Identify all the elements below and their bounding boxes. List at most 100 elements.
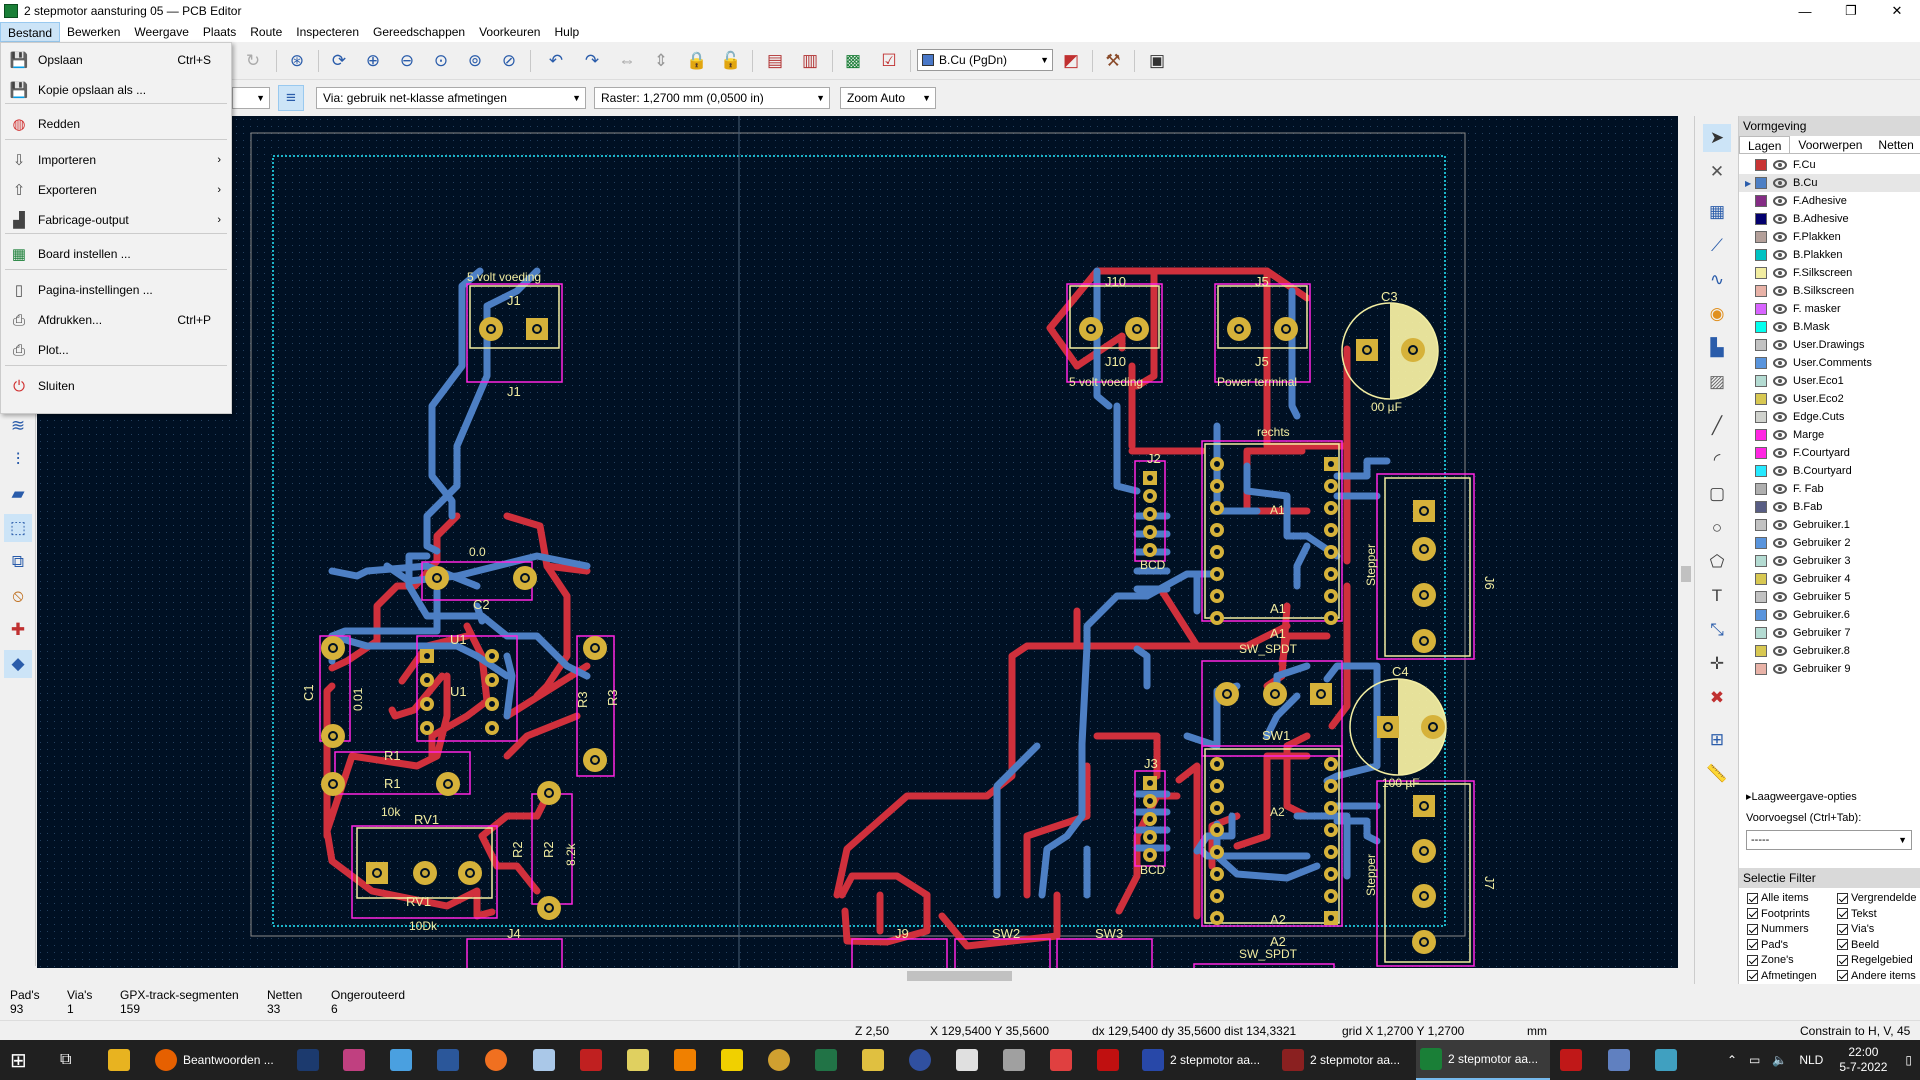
layer-color-swatch[interactable]	[1755, 645, 1767, 657]
menu-route[interactable]: Route	[243, 22, 289, 42]
unlock-icon[interactable]: 🔓	[718, 48, 744, 74]
checkbox-icon[interactable]	[1837, 939, 1848, 950]
taskbar-explorer-icon[interactable]	[108, 1040, 136, 1080]
route-track-icon[interactable]: ⟋	[1703, 232, 1731, 260]
visibility-eye-icon[interactable]	[1773, 466, 1787, 476]
layer-color-swatch[interactable]	[1755, 591, 1767, 603]
taskbar-app-icon[interactable]	[343, 1040, 371, 1080]
checkbox-icon[interactable]	[1747, 954, 1758, 966]
taskbar-acrobat-icon[interactable]	[1097, 1040, 1125, 1080]
visibility-eye-icon[interactable]	[1773, 214, 1787, 224]
visibility-eye-icon[interactable]	[1773, 646, 1787, 656]
file-menu-item[interactable]: ⇩ Importeren ›	[1, 147, 231, 173]
visibility-eye-icon[interactable]	[1773, 412, 1787, 422]
show-pads-icon[interactable]: ▰	[4, 480, 32, 508]
layer-row[interactable]: ▶ B.Cu	[1739, 174, 1920, 192]
tab-netten[interactable]: Netten	[1870, 136, 1920, 153]
menu-voorkeuren[interactable]: Voorkeuren	[472, 22, 547, 42]
layer-color-swatch[interactable]	[1755, 285, 1767, 297]
visibility-eye-icon[interactable]	[1773, 250, 1787, 260]
measure-icon[interactable]: 📏	[1703, 760, 1731, 788]
file-menu-item[interactable]: ⏻ Sluiten	[1, 373, 231, 399]
layer-row[interactable]: F.Adhesive	[1739, 192, 1920, 210]
tray-language[interactable]: NLD	[1799, 1053, 1823, 1067]
visibility-eye-icon[interactable]	[1773, 286, 1787, 296]
layer-row[interactable]: Edge.Cuts	[1739, 408, 1920, 426]
draw-line-icon[interactable]: ╱	[1703, 412, 1731, 440]
active-layer-select[interactable]: B.Cu (PgDn) ▼	[917, 49, 1053, 71]
refresh-icon[interactable]: ⟳	[326, 48, 352, 74]
taskbar-filezilla-icon[interactable]	[580, 1040, 608, 1080]
layer-color-swatch[interactable]	[1755, 663, 1767, 675]
layer-color-swatch[interactable]	[1755, 357, 1767, 369]
visibility-eye-icon[interactable]	[1773, 664, 1787, 674]
visibility-eye-icon[interactable]	[1773, 358, 1787, 368]
filter-checkbox[interactable]: Via's	[1837, 923, 1874, 935]
find-icon[interactable]: ⊛	[284, 48, 310, 74]
taskbar-app-icon[interactable]	[1655, 1040, 1683, 1080]
add-zone-icon[interactable]: ▙	[1703, 334, 1731, 362]
layer-row[interactable]: B.Silkscreen	[1739, 282, 1920, 300]
redo-icon[interactable]: ↻	[240, 48, 266, 74]
close-button[interactable]: ✕	[1874, 0, 1920, 22]
taskbar-app-icon[interactable]	[1003, 1040, 1031, 1080]
taskbar-kicad-2[interactable]: 2 stepmotor aa...	[1278, 1040, 1412, 1080]
layer-row[interactable]: Gebruiker 7	[1739, 624, 1920, 642]
visibility-eye-icon[interactable]	[1773, 160, 1787, 170]
preset-combo[interactable]: ----- ▼	[1746, 830, 1912, 850]
visibility-eye-icon[interactable]	[1773, 574, 1787, 584]
taskbar-app-icon[interactable]	[1608, 1040, 1636, 1080]
visibility-eye-icon[interactable]	[1773, 376, 1787, 386]
taskbar-firefox[interactable]: Beantwoorden ...	[155, 1040, 275, 1080]
visibility-eye-icon[interactable]	[1773, 592, 1787, 602]
inspect-icon[interactable]: ▥	[797, 48, 823, 74]
layer-manager-icon[interactable]: ◆	[4, 650, 32, 678]
layer-row[interactable]: B.Adhesive	[1739, 210, 1920, 228]
network-icon[interactable]: ▭	[1749, 1053, 1760, 1067]
menu-hulp[interactable]: Hulp	[547, 22, 586, 42]
layer-color-swatch[interactable]	[1755, 627, 1767, 639]
layer-row[interactable]: F.Silkscreen	[1739, 264, 1920, 282]
taskbar-kicad-1[interactable]: 2 stepmotor aa...	[1138, 1040, 1272, 1080]
netlist-icon[interactable]: ▤	[762, 48, 788, 74]
menu-weergave[interactable]: Weergave	[127, 22, 195, 42]
taskbar-photoshop-icon[interactable]	[297, 1040, 325, 1080]
footprint-editor-icon[interactable]: ⚒	[1100, 48, 1126, 74]
checkbox-icon[interactable]	[1747, 908, 1758, 919]
file-menu-item[interactable]: ▦ Board instellen ...	[1, 241, 231, 267]
file-menu-item[interactable]: ⎙ Plot...	[1, 337, 231, 363]
task-view-icon[interactable]: ⧉	[60, 1040, 71, 1080]
layer-row[interactable]: Marge	[1739, 426, 1920, 444]
tray-chevron-icon[interactable]: ⌃	[1727, 1053, 1737, 1067]
curved-ratsnest-icon[interactable]: ⫶	[4, 446, 32, 474]
add-text-icon[interactable]: T	[1703, 582, 1731, 610]
add-dimension-icon[interactable]: ⤡	[1703, 616, 1731, 644]
taskbar-app-icon[interactable]	[533, 1040, 561, 1080]
tab-lagen[interactable]: Lagen	[1739, 136, 1791, 153]
filter-checkbox[interactable]: Zone's	[1747, 954, 1794, 966]
visibility-eye-icon[interactable]	[1773, 340, 1787, 350]
visibility-eye-icon[interactable]	[1773, 232, 1787, 242]
zoom-objects-icon[interactable]: ⊚	[462, 48, 488, 74]
layer-row[interactable]: Gebruiker 3	[1739, 552, 1920, 570]
grid-combo[interactable]: Raster: 1,2700 mm (0,0500 in) ▼	[594, 87, 830, 109]
layer-color-swatch[interactable]	[1755, 465, 1767, 477]
ratsnest-icon[interactable]: ≋	[4, 412, 32, 440]
taskbar-app-icon[interactable]	[721, 1040, 749, 1080]
visibility-eye-icon[interactable]	[1773, 448, 1787, 458]
layer-color-swatch[interactable]	[1755, 321, 1767, 333]
checkbox-icon[interactable]	[1747, 923, 1758, 935]
layer-row[interactable]: User.Eco2	[1739, 390, 1920, 408]
volume-icon[interactable]: 🔈	[1772, 1053, 1787, 1067]
layer-color-swatch[interactable]	[1755, 303, 1767, 315]
taskbar-app-icon[interactable]	[390, 1040, 418, 1080]
via-outline-icon[interactable]: ✚	[4, 616, 32, 644]
track-width-combo[interactable]: ▼	[232, 87, 270, 109]
taskbar-app-icon[interactable]	[485, 1040, 513, 1080]
layer-color-swatch[interactable]	[1755, 195, 1767, 207]
menu-bestand[interactable]: Bestand	[0, 22, 61, 42]
visibility-eye-icon[interactable]	[1773, 520, 1787, 530]
layer-row[interactable]: Gebruiker 4	[1739, 570, 1920, 588]
filter-checkbox[interactable]: Vergrendelde	[1837, 892, 1916, 904]
mirror-v-icon[interactable]: ⇕	[648, 48, 674, 74]
